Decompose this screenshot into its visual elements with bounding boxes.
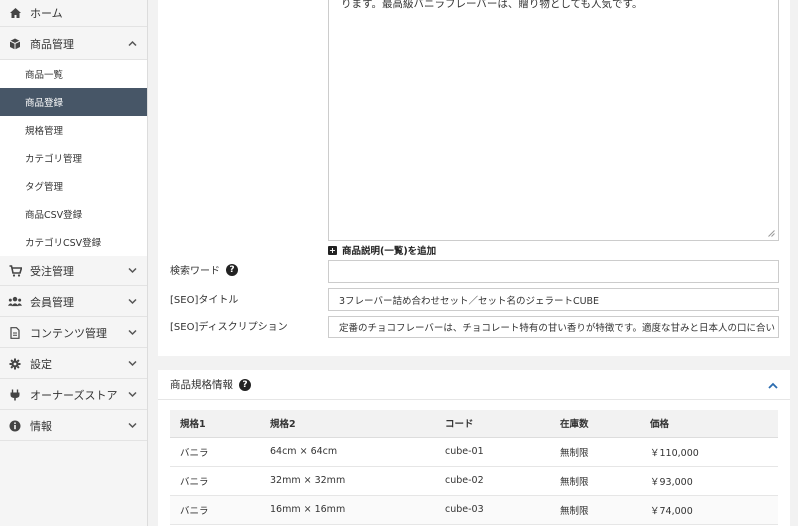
nav-order-mgmt[interactable]: 受注管理: [0, 256, 147, 286]
product-spec-panel: 商品規格情報 ? 規格1 規格2 コード 在庫数 価格 バニラ 64cm × 6…: [158, 370, 790, 526]
sidebar-item-spec-mgmt[interactable]: 規格管理: [0, 116, 147, 144]
seo-title-input[interactable]: 3フレーバー詰め合わせセット／セット名のジェラートCUBE: [328, 288, 779, 311]
sidebar-item-label: 商品登録: [25, 98, 64, 109]
product-form-panel: ります。最高級バニラフレーバーは、贈り物としても人気です。 + 商品説明(一覧)…: [158, 0, 790, 356]
nav-order-mgmt-label: 受注管理: [30, 264, 74, 278]
table-cell: バニラ: [170, 466, 260, 496]
nav-owners-store-label: オーナーズストア: [30, 388, 118, 402]
sidebar-item-label: カテゴリCSV登録: [25, 238, 102, 249]
table-cell: cube-03: [435, 495, 550, 525]
search-word-label: 検索ワード ?: [170, 262, 238, 277]
sidebar-item-product-register[interactable]: 商品登録: [0, 88, 147, 116]
description-textarea[interactable]: ります。最高級バニラフレーバーは、贈り物としても人気です。: [328, 0, 779, 241]
nav-product-mgmt[interactable]: 商品管理: [0, 28, 147, 60]
nav-owners-store[interactable]: オーナーズストア: [0, 380, 147, 410]
gear-icon: [8, 357, 22, 371]
cart-icon: [8, 264, 22, 278]
table-cell: cube-01: [435, 437, 550, 467]
chevron-down-icon: [128, 420, 137, 431]
column-header: 在庫数: [550, 410, 640, 438]
search-word-input[interactable]: [328, 260, 779, 283]
spec-panel-header: 商品規格情報 ?: [158, 370, 790, 400]
table-row: バニラ 32mm × 32mm cube-02 無制限 ￥93,000: [170, 466, 778, 496]
question-circle-icon[interactable]: ?: [226, 263, 238, 276]
table-cell: ￥110,000: [640, 437, 778, 467]
table-row: バニラ 64cm × 64cm cube-01 無制限 ￥110,000: [170, 437, 778, 467]
file-icon: [8, 326, 22, 340]
table-cell: 64cm × 64cm: [260, 437, 435, 467]
seo-description-input[interactable]: 定番のチョコフレーバーは、チョコレート特有の甘い香りが特徴です。適度な甘みと日本…: [328, 316, 779, 338]
table-header-row: 規格1 規格2 コード 在庫数 価格: [170, 410, 778, 438]
sidebar-item-label: 商品CSV登録: [25, 210, 83, 221]
column-header: コード: [435, 410, 550, 438]
table-cell: ￥93,000: [640, 466, 778, 496]
sidebar-item-label: タグ管理: [25, 182, 64, 193]
chevron-down-icon: [128, 265, 137, 276]
add-list-description-label: 商品説明(一覧)を追加: [342, 246, 437, 257]
nav-home-label: ホーム: [30, 7, 63, 20]
table-row: バニラ 16mm × 16mm cube-03 無制限 ￥74,000: [170, 495, 778, 525]
plug-icon: [8, 388, 22, 402]
nav-info-label: 情報: [30, 419, 52, 433]
nav-member-mgmt[interactable]: 会員管理: [0, 287, 147, 317]
nav-content-mgmt-label: コンテンツ管理: [30, 326, 107, 340]
description-text: ります。最高級バニラフレーバーは、贈り物としても人気です。: [341, 0, 643, 10]
info-icon: [8, 419, 22, 433]
nav-home[interactable]: ホーム: [0, 0, 147, 27]
question-circle-icon[interactable]: ?: [239, 378, 251, 391]
sidebar-item-product-list[interactable]: 商品一覧: [0, 60, 147, 88]
nav-content-mgmt[interactable]: コンテンツ管理: [0, 318, 147, 348]
seo-description-label: [SEO]ディスクリプション: [170, 322, 288, 333]
chevron-down-icon: [128, 327, 137, 338]
nav-member-mgmt-label: 会員管理: [30, 295, 74, 309]
sidebar-item-label: 規格管理: [25, 126, 64, 137]
users-icon: [8, 295, 22, 309]
table-cell: cube-02: [435, 466, 550, 496]
sidebar: ホーム 商品管理 商品一覧 商品登録 規格管理 カテゴリ管理 タグ管理 商品CS…: [0, 0, 148, 526]
add-list-description-link[interactable]: + 商品説明(一覧)を追加: [328, 243, 436, 257]
table-cell: 無制限: [550, 437, 640, 467]
home-icon: [8, 6, 22, 20]
sidebar-item-tag-mgmt[interactable]: タグ管理: [0, 172, 147, 200]
table-cell: 無制限: [550, 466, 640, 496]
table-cell: バニラ: [170, 495, 260, 525]
table-cell: 16mm × 16mm: [260, 495, 435, 525]
search-word-label-text: 検索ワード: [170, 266, 220, 277]
sidebar-item-label: カテゴリ管理: [25, 154, 83, 165]
table-cell: ￥74,000: [640, 495, 778, 525]
column-header: 規格1: [170, 410, 260, 438]
sidebar-item-category-mgmt[interactable]: カテゴリ管理: [0, 144, 147, 172]
table-cell: バニラ: [170, 437, 260, 467]
seo-title-label: [SEO]タイトル: [170, 295, 239, 306]
chevron-down-icon: [128, 358, 137, 369]
cube-icon: [8, 37, 22, 51]
resize-handle-icon[interactable]: [768, 230, 775, 237]
sidebar-item-product-csv[interactable]: 商品CSV登録: [0, 200, 147, 228]
nav-settings[interactable]: 設定: [0, 349, 147, 379]
sidebar-item-label: 商品一覧: [25, 70, 64, 81]
table-cell: 無制限: [550, 495, 640, 525]
nav-product-mgmt-label: 商品管理: [30, 37, 74, 51]
plus-square-icon: +: [328, 245, 337, 255]
spec-panel-title: 商品規格情報: [170, 379, 233, 391]
column-header: 価格: [640, 410, 778, 438]
chevron-down-icon: [128, 389, 137, 400]
chevron-down-icon: [128, 296, 137, 307]
table-cell: 32mm × 32mm: [260, 466, 435, 496]
chevron-up-icon: [128, 38, 137, 49]
column-header: 規格2: [260, 410, 435, 438]
nav-settings-label: 設定: [30, 357, 52, 371]
chevron-up-icon[interactable]: [768, 379, 778, 392]
sidebar-item-category-csv[interactable]: カテゴリCSV登録: [0, 228, 147, 256]
spec-table: 規格1 規格2 コード 在庫数 価格 バニラ 64cm × 64cm cube-…: [170, 410, 778, 525]
nav-info[interactable]: 情報: [0, 411, 147, 441]
